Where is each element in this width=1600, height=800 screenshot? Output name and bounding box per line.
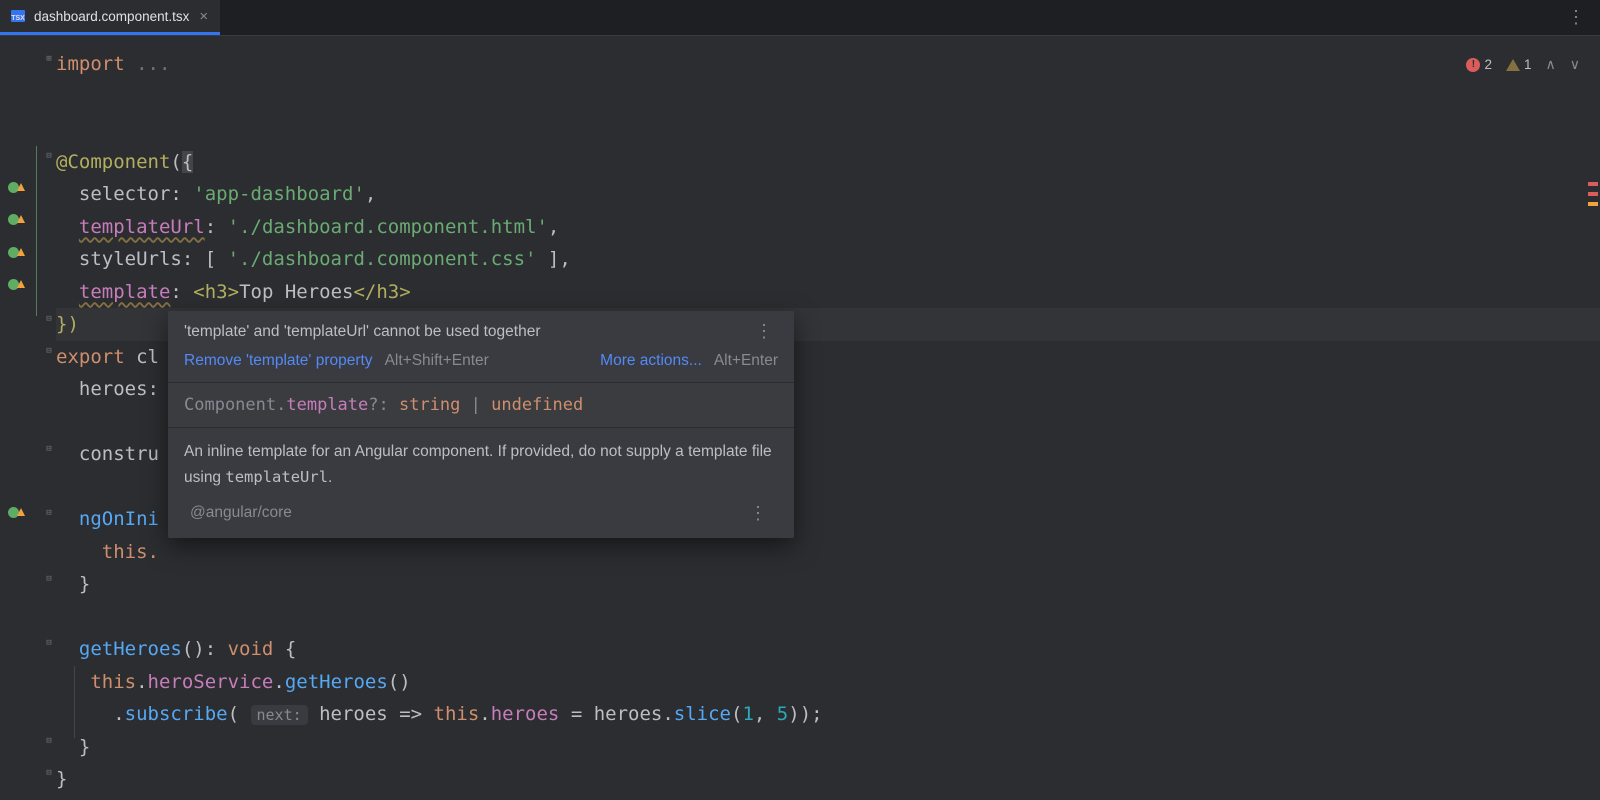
warning-stripe-mark[interactable] xyxy=(1588,202,1598,206)
warning-icon xyxy=(1506,59,1520,71)
error-stripe-mark[interactable] xyxy=(1588,192,1598,196)
popup-title: 'template' and 'templateUrl' cannot be u… xyxy=(184,323,541,341)
code-line: } xyxy=(56,568,1600,601)
fold-close-icon[interactable]: ⊟ xyxy=(44,768,54,778)
error-count[interactable]: !2 xyxy=(1466,57,1492,72)
error-stripe-mark[interactable] xyxy=(1588,182,1598,186)
shortcut-label: Alt+Shift+Enter xyxy=(385,352,489,370)
gutter: ⊞ ⊟ ⊟ ⊟ ⊟ ⊟ ⊟ ⊟ ⊟ ⊟ xyxy=(0,36,56,800)
code-line: this. xyxy=(56,536,1600,569)
fold-toggle-icon[interactable]: ⊟ xyxy=(44,346,54,356)
code-line xyxy=(56,113,1600,146)
code-line: getHeroes(): void { xyxy=(56,633,1600,666)
tabbar-kebab-icon[interactable]: ⋮ xyxy=(1561,7,1590,28)
gutter-change-marker[interactable] xyxy=(6,274,26,294)
fold-column: ⊞ ⊟ ⊟ ⊟ ⊟ ⊟ ⊟ ⊟ ⊟ ⊟ xyxy=(44,36,56,800)
tab-bar: TSX dashboard.component.tsx × ⋮ xyxy=(0,0,1600,36)
fold-close-icon[interactable]: ⊟ xyxy=(44,314,54,324)
code-line: templateUrl: './dashboard.component.html… xyxy=(56,211,1600,244)
fold-toggle-icon[interactable]: ⊟ xyxy=(44,508,54,518)
gutter-change-marker[interactable] xyxy=(6,177,26,197)
tsx-file-icon: TSX xyxy=(10,8,26,24)
code-line xyxy=(56,81,1600,114)
tab-active[interactable]: TSX dashboard.component.tsx × xyxy=(0,0,220,35)
close-tab-icon[interactable]: × xyxy=(197,8,210,25)
tab-filename: dashboard.component.tsx xyxy=(34,9,189,24)
svg-text:TSX: TSX xyxy=(11,15,25,22)
doc-text: An inline template for an Angular compon… xyxy=(168,428,794,497)
code-line: styleUrls: [ './dashboard.component.css'… xyxy=(56,243,1600,276)
tabbar-right: ⋮ xyxy=(1561,0,1600,35)
code-line: } xyxy=(56,763,1600,796)
code-line xyxy=(56,601,1600,634)
next-highlight-icon[interactable]: ∨ xyxy=(1570,56,1580,73)
gutter-change-marker[interactable] xyxy=(6,502,26,522)
doc-source: @angular/core xyxy=(190,504,292,522)
code-line: this.heroService.getHeroes() xyxy=(56,666,1600,699)
warning-count[interactable]: 1 xyxy=(1506,57,1532,72)
inspection-status: !2 1 ∧ ∨ xyxy=(1466,56,1580,73)
fold-toggle-icon[interactable]: ⊞ xyxy=(44,54,54,64)
shortcut-label: Alt+Enter xyxy=(714,352,778,370)
type-signature: Component.template?: string | undefined xyxy=(168,383,794,428)
editor: ⊞ ⊟ ⊟ ⊟ ⊟ ⊟ ⊟ ⊟ ⊟ ⊟ import ... @Componen… xyxy=(0,36,1600,800)
code-line: selector: 'app-dashboard', xyxy=(56,178,1600,211)
fold-close-icon[interactable]: ⊟ xyxy=(44,444,54,454)
fold-toggle-icon[interactable]: ⊟ xyxy=(44,638,54,648)
inspection-popup: 'template' and 'templateUrl' cannot be u… xyxy=(168,311,794,538)
error-stripe[interactable] xyxy=(1588,182,1598,212)
fold-close-icon[interactable]: ⊟ xyxy=(44,736,54,746)
code-line: @Component({ xyxy=(56,146,1600,179)
popup-menu-icon[interactable]: ⋮ xyxy=(749,321,778,342)
fold-close-icon[interactable]: ⊟ xyxy=(44,574,54,584)
more-actions-link[interactable]: More actions... xyxy=(600,352,702,370)
code-line: .subscribe( next: heroes => this.heroes … xyxy=(56,698,1600,731)
code-line: import ... xyxy=(56,48,1600,81)
prev-highlight-icon[interactable]: ∧ xyxy=(1546,56,1556,73)
fold-toggle-icon[interactable]: ⊟ xyxy=(44,151,54,161)
error-icon: ! xyxy=(1466,58,1480,72)
doc-menu-icon[interactable]: ⋮ xyxy=(743,503,772,524)
code-line: template: <h3>Top Heroes</h3> xyxy=(56,276,1600,309)
gutter-change-marker[interactable] xyxy=(6,242,26,262)
code-line: } xyxy=(56,731,1600,764)
quickfix-remove-template[interactable]: Remove 'template' property xyxy=(184,352,373,370)
gutter-change-marker[interactable] xyxy=(6,209,26,229)
